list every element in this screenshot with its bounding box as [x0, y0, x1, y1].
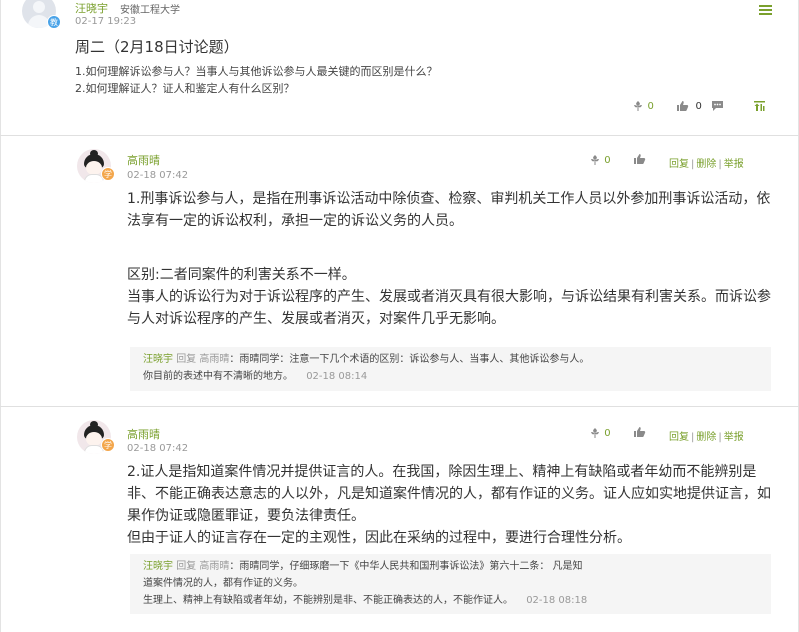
pin-top-button[interactable] [753, 99, 766, 113]
teacher-comment: 汪晓宇 回复 高雨晴：雨晴同学，仔细琢磨一下《中华人民共和国刑事诉讼法》第六十二… [130, 554, 771, 614]
flower-button[interactable]: 0 [589, 154, 611, 166]
comment-icon [712, 101, 723, 111]
report-link[interactable]: 举报 [724, 159, 744, 170]
comment-text: 你目前的表述中有不清晰的地方。 [143, 371, 293, 382]
page-title: 周二（2月18日讨论题） [75, 38, 239, 56]
reply-body: 1.刑事诉讼参与人，是指在刑事诉讼活动中除侦查、检察、审判机关工作人员以外参加刑… [127, 188, 777, 330]
comment-text: 道案件情况的人，都有作证的义务。 [143, 578, 303, 589]
comment-text: ：雨晴同学：注意一下几个术语的区别：诉讼参与人、当事人、其他诉讼参与人。 [229, 354, 590, 365]
comment-target[interactable]: 高雨晴 [199, 354, 229, 365]
reply-author[interactable]: 高雨晴 [127, 426, 160, 442]
comment-time: 02-18 08:18 [526, 595, 588, 606]
comment-reply-word: 回复 [176, 561, 197, 572]
reply-paragraph: 1.刑事诉讼参与人，是指在刑事诉讼活动中除侦查、检察、审判机关工作人员以外参加刑… [127, 191, 771, 229]
like-button[interactable] [633, 153, 646, 165]
thumb-up-icon [634, 427, 646, 437]
thumb-up-icon [677, 101, 689, 111]
flower-count: 0 [647, 101, 654, 112]
topic-post: 教 汪晓宇 安徽工程大学 02-17 19:23 周二（2月18日讨论题） 1.… [0, 0, 799, 136]
flower-count: 0 [604, 155, 611, 166]
delete-link[interactable]: 删除 [696, 159, 716, 170]
reply-actions: 回复 | 删除 | 举报 [669, 432, 744, 443]
comment-text: ：雨晴同学，仔细琢磨一下《中华人民共和国刑事诉讼法》第六十二条： 凡是知 [229, 561, 583, 572]
report-link[interactable]: 举报 [724, 432, 744, 443]
reply-link[interactable]: 回复 [669, 432, 689, 443]
comment-time: 02-18 08:14 [306, 371, 368, 382]
like-button[interactable]: 0 [676, 99, 702, 113]
comment-author[interactable]: 汪晓宇 [143, 561, 173, 572]
teacher-comment: 汪晓宇 回复 高雨晴：雨晴同学：注意一下几个术语的区别：诉讼参与人、当事人、其他… [130, 347, 771, 391]
comment-author[interactable]: 汪晓宇 [143, 354, 173, 365]
pin-top-icon [754, 101, 765, 111]
question-1: 1.如何理解诉讼参与人？当事人与其他诉讼参与人最关键的而区别是什么？ [75, 65, 438, 78]
reply-post: 学 高雨晴 02-18 07:42 0 回复 | 删除 | 举报 1.刑事诉讼参与人，是… [0, 137, 799, 407]
reply-paragraph: 但由于证人的证言存在一定的主观性，因此在采纳的过程中，要进行合理性分析。 [127, 530, 631, 546]
reply-author[interactable]: 高雨晴 [127, 152, 160, 168]
topic-author[interactable]: 汪晓宇 [75, 0, 108, 16]
like-count: 0 [695, 101, 702, 112]
delete-link[interactable]: 删除 [696, 432, 716, 443]
student-badge: 学 [101, 438, 115, 452]
flower-icon [634, 101, 642, 111]
topic-time: 02-17 19:23 [75, 16, 137, 27]
question-2: 2.如何理解证人？证人和鉴定人有什么区别？ [75, 82, 295, 95]
student-badge: 学 [101, 167, 115, 181]
reply-link[interactable]: 回复 [669, 159, 689, 170]
reply-body: 2.证人是指知道案件情况并提供证言的人。在我国，除因生理上、精神上有缺陷或者年幼… [127, 461, 777, 549]
reply-paragraph: 区别:二者同案件的利害关系不一样。 [127, 267, 356, 283]
reply-post: 学 高雨晴 02-18 07:42 0 回复 | 删除 | 举报 2.证人是指知道案件情… [0, 407, 799, 632]
flower-icon [591, 155, 599, 165]
flower-button[interactable]: 0 [589, 427, 611, 439]
like-button[interactable] [633, 426, 646, 438]
reply-paragraph: 当事人的诉讼行为对于诉讼程序的产生、发展或者消灭具有很大影响，与诉讼结果有利害关… [127, 289, 771, 327]
comment-button[interactable] [711, 99, 724, 113]
reply-paragraph: 2.证人是指知道案件情况并提供证言的人。在我国，除因生理上、精神上有缺陷或者年幼… [127, 464, 771, 524]
menu-icon[interactable] [759, 5, 772, 16]
comment-reply-word: 回复 [176, 354, 197, 365]
thumb-up-icon [634, 154, 646, 164]
flower-count: 0 [604, 428, 611, 439]
author-school: 安徽工程大学 [120, 5, 180, 16]
reply-actions: 回复 | 删除 | 举报 [669, 159, 744, 170]
teacher-badge: 教 [47, 15, 61, 29]
comment-text: 生理上、精神上有缺陷或者年幼，不能辨别是非、不能正确表达的人，不能作证人。 [143, 595, 513, 606]
flower-icon [591, 428, 599, 438]
reply-time: 02-18 07:42 [127, 443, 189, 454]
flower-button[interactable]: 0 [632, 99, 654, 113]
reply-time: 02-18 07:42 [127, 170, 189, 181]
comment-target[interactable]: 高雨晴 [199, 561, 229, 572]
